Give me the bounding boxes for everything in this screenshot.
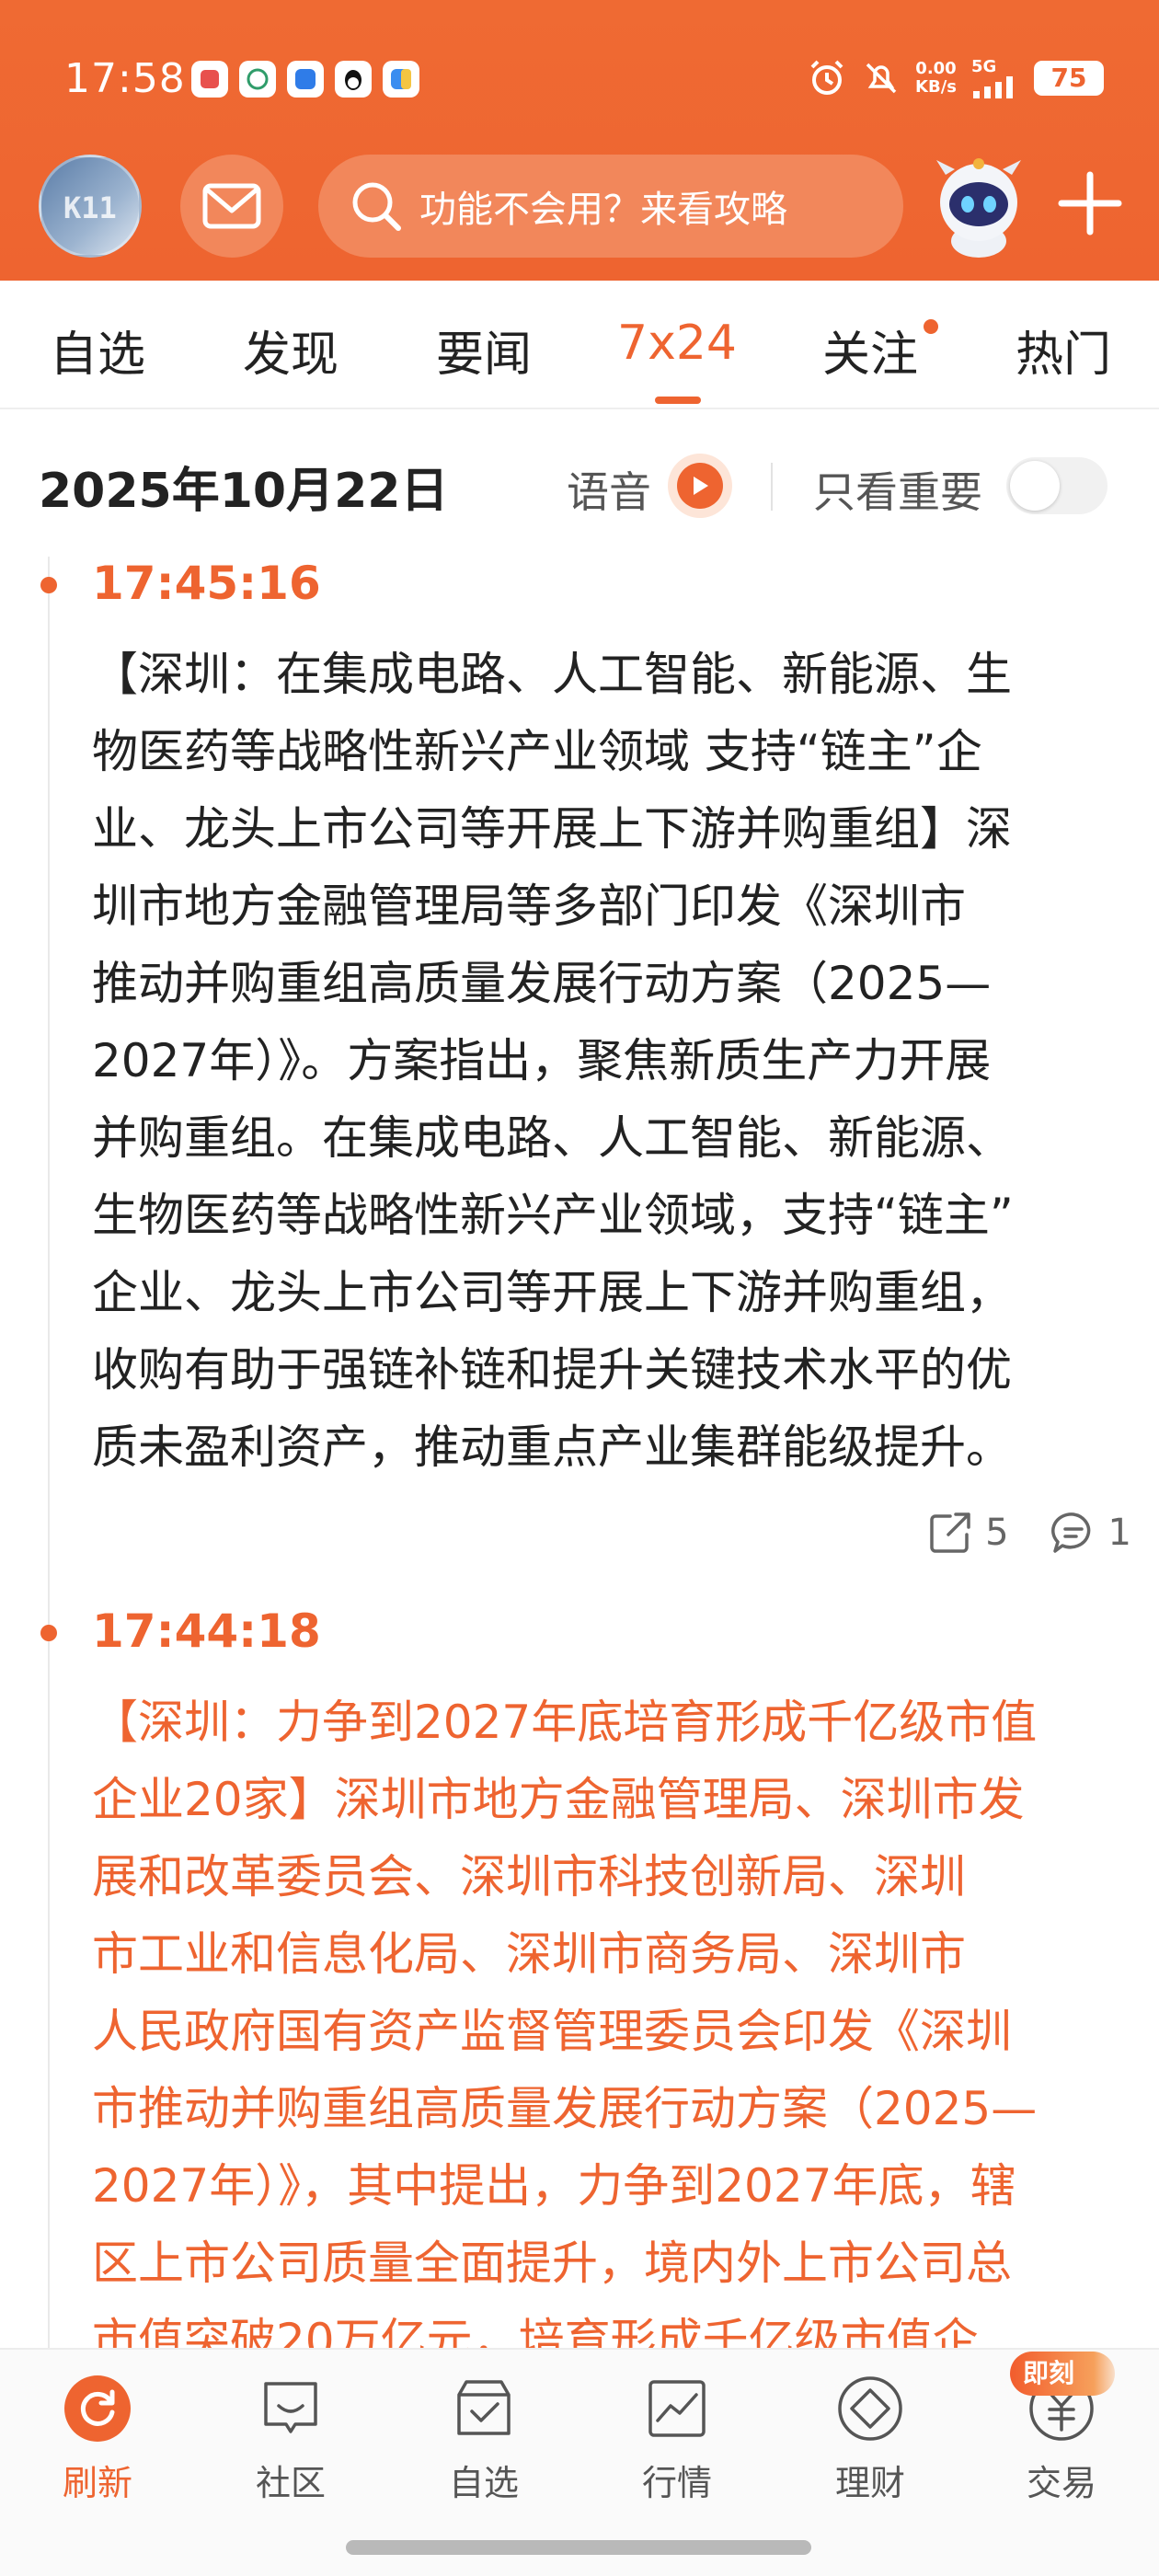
- nav-community[interactable]: 社区: [231, 2374, 350, 2505]
- news-line: 推动并购重组高质量发展行动方案（2025—: [92, 957, 992, 1010]
- add-button[interactable]: [1052, 166, 1128, 241]
- share-count: 5: [985, 1512, 1009, 1554]
- status-bar: 17:58 0.00 KB/s 5G 75: [0, 48, 1159, 112]
- tab-headlines[interactable]: 要闻: [436, 316, 532, 385]
- notification-icons: [191, 61, 419, 98]
- important-only-label: 只看重要: [813, 467, 982, 517]
- nav-label: 刷新: [62, 2463, 132, 2503]
- nav-label: 社区: [255, 2463, 326, 2503]
- qq-icon: [335, 61, 372, 98]
- date-bar: 2025年10月22日 语音 只看重要: [0, 411, 1159, 549]
- refresh-icon: [63, 2374, 132, 2444]
- alarm-icon: [810, 60, 843, 95]
- comment-button[interactable]: 1: [1050, 1509, 1131, 1557]
- news-line: 业、龙头上市公司等开展上下游并购重组】深: [92, 802, 1012, 856]
- news-line: 市推动并购重组高质量发展行动方案（2025—: [92, 2082, 1038, 2135]
- nav-refresh[interactable]: 刷新: [38, 2374, 157, 2505]
- signal-bars-icon: [973, 76, 1013, 98]
- important-only-toggle[interactable]: [1006, 457, 1107, 514]
- notification-app-icon-2: [239, 61, 276, 98]
- notification-app-icon-1: [191, 61, 228, 98]
- voice-label[interactable]: 语音: [567, 459, 651, 520]
- channel-tabs: 自选 发现 要闻 7x24 关注 热门: [0, 281, 1159, 409]
- news-body: 【深圳：在集成电路、人工智能、新能源、生 物医药等战略性新兴产业领域 支持“链主…: [92, 636, 1131, 1486]
- home-indicator[interactable]: [346, 2540, 811, 2555]
- news-body: 【深圳：力争到2027年底培育形成千亿级市值 企业20家】深圳市地方金融管理局、…: [92, 1684, 1131, 2379]
- app-header: 17:58 0.00 KB/s 5G 75 K11 功能不会用？来看攻略: [0, 0, 1159, 281]
- news-line: 圳市地方金融管理局等多部门印发《深圳市: [92, 880, 966, 933]
- search-placeholder: 功能不会用？来看攻略: [419, 189, 787, 231]
- assistant-robot-icon[interactable]: [924, 151, 1034, 261]
- status-right: 0.00 KB/s 5G 75: [807, 57, 1104, 98]
- search-input[interactable]: 功能不会用？来看攻略: [318, 155, 903, 258]
- net-speed-unit: KB/s: [915, 76, 957, 97]
- mail-icon: [202, 183, 261, 229]
- nav-market[interactable]: 行情: [617, 2374, 737, 2505]
- feed-date: 2025年10月22日: [39, 464, 449, 519]
- battery-indicator: 75: [1034, 60, 1104, 96]
- nav-label: 自选: [448, 2463, 519, 2503]
- news-actions: 5 1: [926, 1509, 1131, 1557]
- divider: [771, 463, 773, 511]
- nav-label: 交易: [1026, 2463, 1096, 2503]
- voice-play-button[interactable]: [668, 454, 732, 518]
- network-type: 5G: [971, 57, 997, 76]
- status-time: 17:58: [64, 55, 186, 102]
- timeline-dot: [40, 1625, 57, 1641]
- mail-button[interactable]: [180, 155, 283, 258]
- tab-trending[interactable]: 热门: [1016, 316, 1111, 385]
- news-time: 17:44:18: [92, 1604, 321, 1658]
- mute-icon: [866, 63, 897, 93]
- following-unread-dot: [924, 319, 938, 334]
- avatar-text: K11: [63, 190, 117, 225]
- news-line: 物医药等战略性新兴产业领域 支持“链主”企: [92, 725, 982, 778]
- watchlist-icon: [449, 2374, 519, 2444]
- news-line: 【深圳：在集成电路、人工智能、新能源、生: [92, 648, 1012, 701]
- trade-promo-badge: 即刻: [1010, 2352, 1116, 2396]
- wealth-icon: [835, 2374, 905, 2444]
- news-line: 人民政府国有资产监督管理委员会印发《深圳: [92, 2005, 1012, 2058]
- comment-icon: [1050, 1512, 1090, 1553]
- nav-wealth[interactable]: 理财: [810, 2374, 930, 2505]
- news-line: 市工业和信息化局、深圳市商务局、深圳市: [92, 1927, 966, 1981]
- timeline-line: [48, 557, 50, 2351]
- search-icon: [346, 176, 407, 236]
- community-icon: [256, 2374, 326, 2444]
- nav-label: 行情: [641, 2463, 712, 2503]
- tab-discover[interactable]: 发现: [243, 316, 339, 385]
- comment-count: 1: [1107, 1512, 1131, 1554]
- tab-7x24[interactable]: 7x24: [617, 316, 737, 371]
- news-line: 并购重组。在集成电路、人工智能、新能源、: [92, 1111, 1012, 1165]
- notification-app-icon-3: [287, 61, 324, 98]
- news-line: 【深圳：力争到2027年底培育形成千亿级市值: [92, 1696, 1038, 1749]
- news-line: 区上市公司质量全面提升，境内外上市公司总: [92, 2237, 1012, 2290]
- timeline-dot: [40, 577, 57, 593]
- toggle-knob: [1010, 461, 1060, 511]
- tab-watchlist[interactable]: 自选: [50, 316, 145, 385]
- market-icon: [642, 2374, 712, 2444]
- plus-icon: [1058, 171, 1122, 236]
- news-time: 17:45:16: [92, 557, 321, 610]
- news-line: 收购有助于强链补链和提升关键技术水平的优: [92, 1343, 1012, 1397]
- news-line: 企业20家】深圳市地方金融管理局、深圳市发: [92, 1773, 1025, 1826]
- news-line: 企业、龙头上市公司等开展上下游并购重组，: [92, 1266, 1012, 1319]
- play-icon: [694, 477, 708, 495]
- tab-following[interactable]: 关注: [822, 316, 918, 385]
- signal-indicator: 5G: [971, 57, 1019, 98]
- share-icon: [930, 1512, 970, 1553]
- nav-watchlist[interactable]: 自选: [424, 2374, 544, 2505]
- avatar[interactable]: K11: [39, 155, 142, 258]
- news-line: 2027年）》，其中提出，力争到2027年底，辖: [92, 2159, 1016, 2213]
- notification-app-icon-5: [383, 61, 419, 98]
- share-button[interactable]: 5: [926, 1509, 1009, 1557]
- active-tab-indicator: [655, 397, 701, 404]
- nav-label: 理财: [834, 2463, 905, 2503]
- news-line: 生物医药等战略性新兴产业领域，支持“链主”: [92, 1189, 1014, 1242]
- net-speed-value: 0.00: [915, 58, 957, 78]
- news-line: 2027年）》。方案指出，聚焦新质生产力开展: [92, 1034, 992, 1087]
- news-line: 质未盈利资产，推动重点产业集群能级提升。: [92, 1420, 1012, 1474]
- news-line: 展和改革委员会、深圳市科技创新局、深圳: [92, 1850, 966, 1903]
- net-speed: 0.00 KB/s: [915, 58, 957, 97]
